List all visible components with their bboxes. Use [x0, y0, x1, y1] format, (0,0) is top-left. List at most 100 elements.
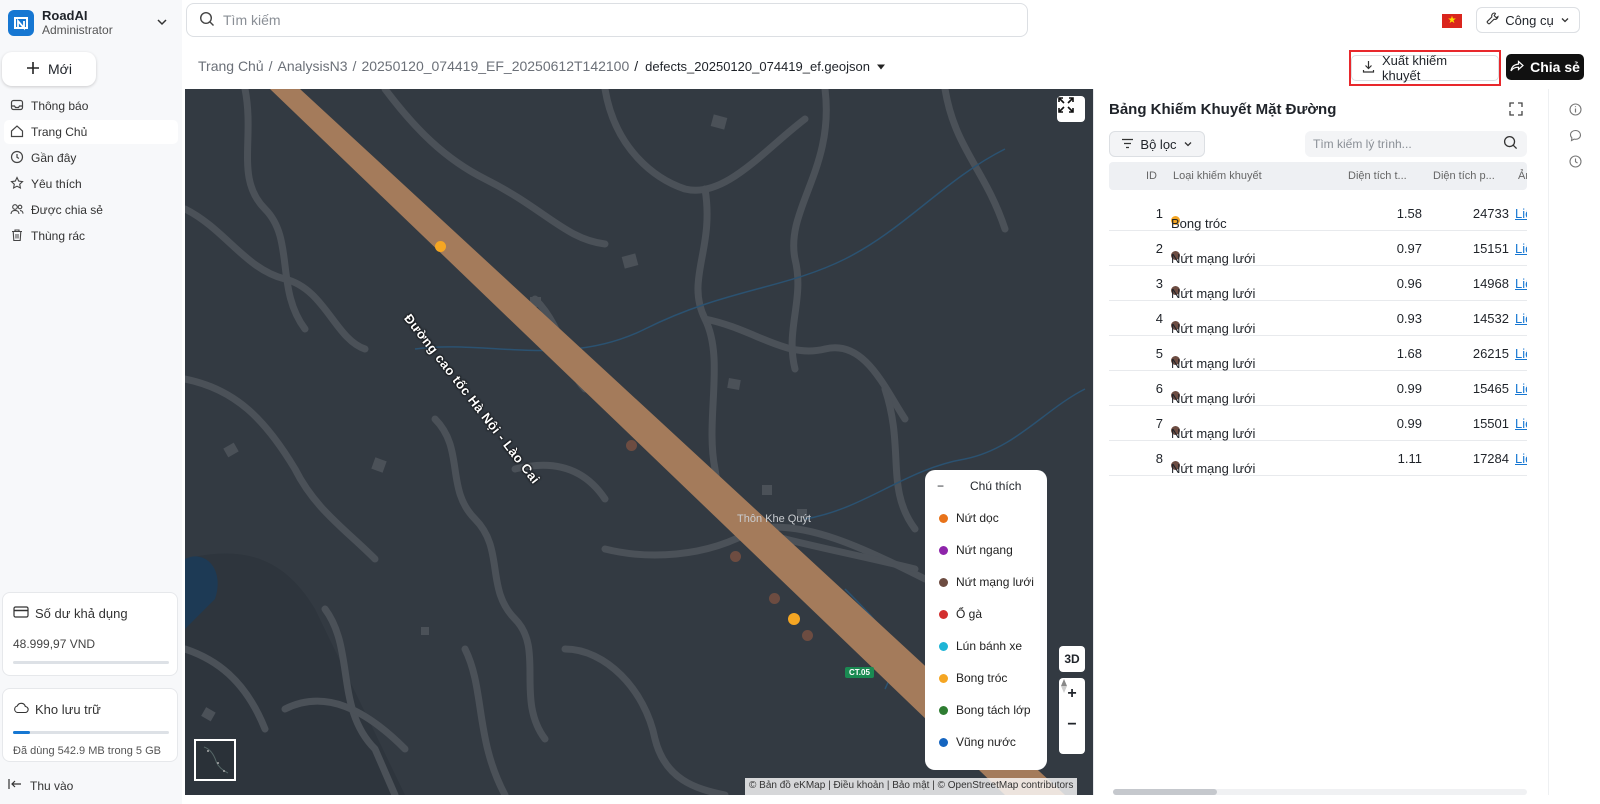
defect-area-2: 14532 — [1472, 311, 1509, 326]
table-row[interactable]: 7 Nứt mạng lưới 0.99 15501 Liê — [1109, 406, 1527, 441]
storage-usage: Đã dùng 542.9 MB trong 5 GB — [13, 745, 161, 757]
legend-item[interactable]: Nứt mạng lưới — [925, 566, 1047, 598]
breadcrumb-home[interactable]: Trang Chủ — [198, 58, 264, 74]
sidebar-item-trash[interactable]: Thùng rác — [4, 224, 178, 248]
defect-marker[interactable] — [802, 630, 813, 641]
table-search[interactable] — [1305, 131, 1527, 157]
expand-icon[interactable] — [1508, 101, 1524, 120]
minimap-toggle[interactable] — [194, 739, 236, 781]
defect-image-link[interactable]: Liê — [1515, 381, 1527, 396]
legend-item[interactable]: Bong tróc — [925, 662, 1047, 694]
comment-icon[interactable] — [1569, 129, 1582, 145]
table-row[interactable]: 2 Nứt mạng lưới 0.97 15151 Liê — [1109, 231, 1527, 266]
column-header-id[interactable]: ID — [1109, 170, 1157, 182]
sidebar-item-recent[interactable]: Gần đây — [4, 146, 178, 170]
history-icon[interactable] — [1569, 155, 1582, 171]
sidebar: RoadAI Administrator Mới Thông báo Trang… — [0, 0, 182, 804]
defect-image-link[interactable]: Liê — [1515, 206, 1527, 221]
info-icon[interactable] — [1569, 103, 1582, 119]
defect-marker[interactable] — [730, 551, 741, 562]
defect-image-link[interactable]: Liê — [1515, 241, 1527, 256]
defect-image-link[interactable]: Liê — [1515, 311, 1527, 326]
table-row[interactable]: 1 Bong tróc 1.58 24733 Liê — [1109, 196, 1527, 231]
table-row[interactable]: 8 Nứt mạng lưới 1.11 17284 Liê — [1109, 441, 1527, 476]
defect-area-2: 24733 — [1472, 206, 1509, 221]
share-button[interactable]: Chia sẻ — [1506, 54, 1584, 80]
sidebar-item-shared[interactable]: Được chia sẻ — [4, 198, 178, 222]
legend-item[interactable]: Nứt ngang — [925, 534, 1047, 566]
sidebar-item-label: Gần đây — [31, 151, 77, 165]
defect-area-1: 1.11 — [1397, 451, 1422, 466]
column-header-type[interactable]: Loại khiếm khuyết — [1173, 170, 1262, 182]
table-search-input[interactable] — [1313, 137, 1503, 151]
legend-color-dot — [939, 673, 948, 683]
column-header-image[interactable]: Ản — [1518, 170, 1527, 182]
legend-collapse-button[interactable]: − — [937, 479, 944, 493]
breadcrumb-file-dropdown[interactable]: defects_20250120_074419_ef.geojson — [645, 59, 886, 74]
share-icon — [1510, 59, 1524, 75]
legend-item[interactable]: Vũng nước — [925, 726, 1047, 758]
breadcrumb-run[interactable]: 20250120_074419_EF_20250612T142100 — [361, 58, 629, 74]
defect-marker[interactable] — [626, 440, 637, 451]
defect-marker[interactable] — [769, 593, 780, 604]
balance-divider — [13, 661, 169, 664]
defect-type: Nứt mạng lưới — [1171, 286, 1256, 301]
global-search[interactable] — [186, 3, 1028, 37]
table-row[interactable]: 4 Nứt mạng lưới 0.93 14532 Liê — [1109, 301, 1527, 336]
fullscreen-button[interactable] — [1057, 96, 1085, 122]
wrench-icon — [1486, 12, 1499, 28]
legend-item-label: Nứt ngang — [956, 543, 1013, 557]
column-header-area-1[interactable]: Diện tích t... — [1348, 170, 1407, 182]
new-button[interactable]: Mới — [2, 52, 96, 86]
defect-image-link[interactable]: Liê — [1515, 416, 1527, 431]
chevron-down-icon[interactable] — [156, 16, 168, 31]
breadcrumb: Trang Chủ / AnalysisN3 / 20250120_074419… — [198, 58, 886, 74]
horizontal-scrollbar[interactable] — [1113, 789, 1527, 795]
breadcrumb-analysis[interactable]: AnalysisN3 — [278, 58, 348, 74]
sidebar-item-notifications[interactable]: Thông báo — [4, 94, 178, 118]
map-attribution[interactable]: © Bản đồ eKMap | Điều khoản | Bảo mật | … — [745, 778, 1078, 795]
defect-id: 7 — [1155, 416, 1163, 431]
legend-color-dot — [939, 641, 948, 651]
defect-image-link[interactable]: Liê — [1515, 276, 1527, 291]
export-defects-button[interactable]: Xuất khiếm khuyết — [1351, 53, 1499, 83]
map-legend: − Chú thích Nứt dọc Nứt ngang Nứt mạng lướ… — [925, 470, 1047, 770]
defect-image-link[interactable]: Liê — [1515, 346, 1527, 361]
legend-color-dot — [939, 545, 948, 555]
map-3d-button[interactable]: 3D — [1059, 646, 1085, 672]
table-row[interactable]: 3 Nứt mạng lưới 0.96 14968 Liê — [1109, 266, 1527, 301]
language-flag-icon[interactable]: ★ — [1442, 14, 1462, 28]
map-view[interactable]: Đường cao tốc Hà Nội - Lào Cai Thôn Khe … — [185, 89, 1093, 795]
legend-item[interactable]: Lún bánh xe — [925, 630, 1047, 662]
table-body: 1 Bong tróc 1.58 24733 Liê 2 Nứt mạng lưới 0.97… — [1109, 196, 1527, 476]
sidebar-item-favorites[interactable]: Yêu thích — [4, 172, 178, 196]
defect-marker[interactable] — [788, 613, 800, 625]
tools-menu-button[interactable]: Công cụ — [1476, 7, 1580, 33]
storage-card[interactable]: Kho lưu trữ Đã dùng 542.9 MB trong 5 GB — [2, 688, 178, 762]
collapse-sidebar-button[interactable]: Thu vào — [8, 778, 73, 793]
defect-marker[interactable] — [435, 241, 446, 252]
column-header-area-2[interactable]: Diện tích p... — [1433, 170, 1495, 182]
legend-item[interactable]: Ổ gà — [925, 598, 1047, 630]
scrollbar-thumb[interactable] — [1113, 789, 1217, 795]
legend-item[interactable]: Nứt dọc — [925, 502, 1047, 534]
workspace-switcher[interactable]: RoadAI Administrator — [8, 6, 178, 40]
filter-button[interactable]: Bộ lọc — [1109, 131, 1205, 157]
table-row[interactable]: 5 Nứt mạng lưới 1.68 26215 Liê — [1109, 336, 1527, 371]
search-icon — [1503, 135, 1518, 153]
sidebar-item-home[interactable]: Trang Chủ — [4, 120, 178, 144]
defect-type: Bong tróc — [1171, 216, 1227, 231]
defect-area-1: 0.99 — [1396, 416, 1422, 431]
defect-type: Nứt mạng lưới — [1171, 426, 1256, 441]
search-input[interactable] — [223, 12, 1003, 28]
storage-title: Kho lưu trữ — [35, 702, 101, 717]
legend-item-label: Nứt dọc — [956, 511, 999, 525]
balance-card[interactable]: Số dư khả dụng 48.999,97 VND — [2, 592, 178, 676]
filter-icon — [1121, 137, 1134, 152]
legend-item[interactable]: Bong tách lớp — [925, 694, 1047, 726]
zoom-out-button[interactable]: − — [1067, 716, 1076, 734]
table-row[interactable]: 6 Nứt mạng lưới 0.99 15465 Liê — [1109, 371, 1527, 406]
defect-image-link[interactable]: Liê — [1515, 451, 1527, 466]
table-header: ID Loại khiếm khuyết Diện tích t... Diện… — [1109, 162, 1527, 190]
chevron-down-icon — [1560, 13, 1570, 28]
